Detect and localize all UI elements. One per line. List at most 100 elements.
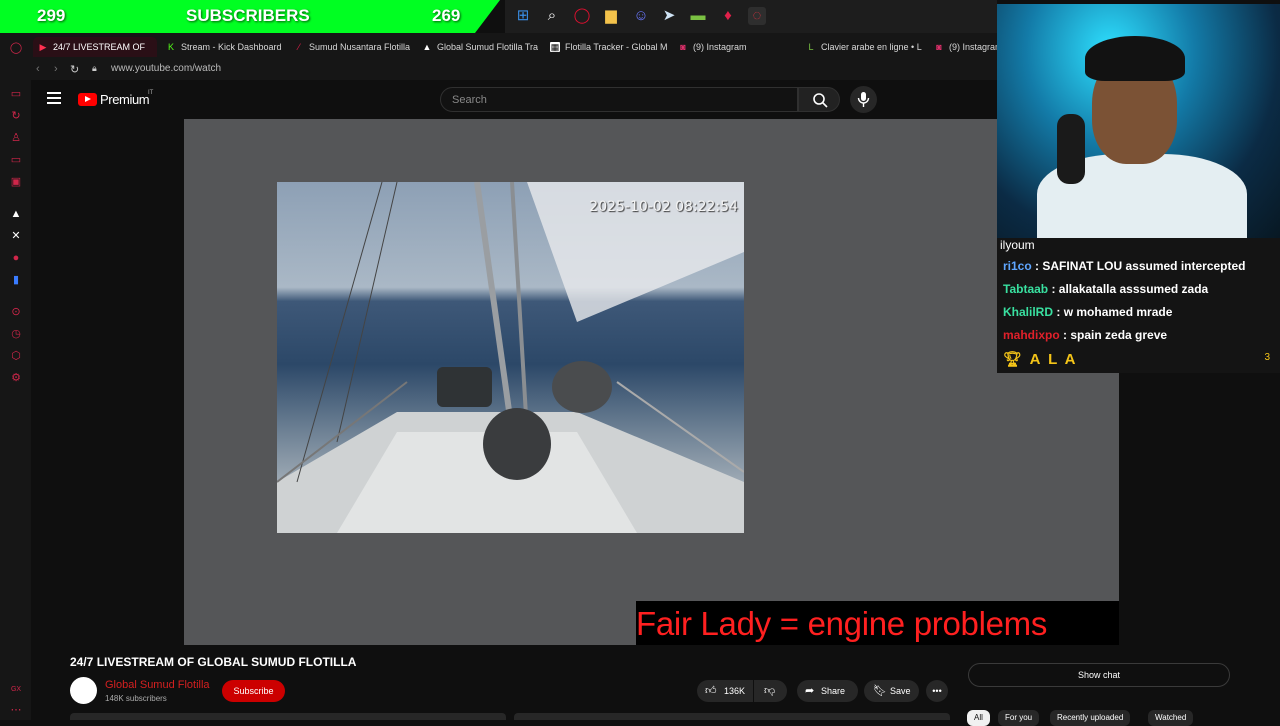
chat-text: : w mohamed mrade <box>1056 305 1173 319</box>
hamburger-menu-icon[interactable] <box>47 92 61 104</box>
chat-username: ri1co <box>1003 259 1032 273</box>
url-field[interactable]: www.youtube.com/watch <box>111 63 221 74</box>
tab-label: (9) Instagram <box>949 42 999 52</box>
lock-icon: 🔒︎ <box>92 63 97 73</box>
extensions-icon[interactable]: ⬡ <box>9 349 23 363</box>
subscriber-goal-bar: 299 SUBSCRIBERS 269 <box>0 0 500 33</box>
messenger-icon[interactable]: ▣ <box>9 175 23 189</box>
opera-icon[interactable]: ◯ <box>573 7 591 25</box>
chat-text: : SAFINAT LOU assumed intercepted <box>1035 259 1246 273</box>
alert-name: A L A <box>1029 351 1078 368</box>
kick-icon: K <box>167 42 174 52</box>
save-button[interactable]: 🔖︎ Save <box>864 680 919 702</box>
tab-label: Sumud Nusantara Flotilla <box>309 42 411 52</box>
avatar[interactable] <box>70 677 97 704</box>
chat-username: mahdixpo <box>1003 328 1060 342</box>
subscribe-button[interactable]: Subscribe <box>222 680 285 702</box>
subscriber-label: SUBSCRIBERS <box>186 6 310 25</box>
comments-box[interactable] <box>514 713 950 720</box>
save-label: Save <box>890 686 911 696</box>
chat-partial-line: ilyoum <box>1000 238 1035 252</box>
thumbs-down-icon: 👎︎ <box>764 685 776 697</box>
history-icon[interactable]: ◷ <box>9 327 23 341</box>
tab-kick-dashboard[interactable]: K Stream - Kick Dashboard <box>161 37 285 57</box>
tab-sumud-nusantara[interactable]: ⁄ Sumud Nusantara Flotilla <box>289 37 413 57</box>
youtube-brand[interactable]: Premium <box>100 92 150 107</box>
tab-instagram-2[interactable]: ◙ (9) Instagram <box>929 37 999 57</box>
back-icon[interactable]: ‹ <box>36 63 40 75</box>
opera-menu-icon[interactable]: ◯ <box>9 41 23 55</box>
tab-label: (9) Instagram <box>693 42 747 52</box>
microphone-icon <box>1057 114 1085 184</box>
webcam-hair <box>1085 36 1185 81</box>
twitch-icon[interactable]: ▭ <box>9 153 23 167</box>
caption-overlay: Fair Lady = engine problems <box>636 601 1119 645</box>
discord-icon[interactable]: ☺ <box>632 7 650 25</box>
trophy-icon: 🏆︎ <box>1003 351 1025 368</box>
instagram-icon: ◙ <box>680 42 686 52</box>
player-icon[interactable]: ⊙ <box>9 305 23 319</box>
subscriber-count: 299 <box>37 6 66 25</box>
windows-icon[interactable]: ⊞ <box>514 7 532 25</box>
tab-flotilla-tracker-1[interactable]: ▲ Global Sumud Flotilla Tra <box>417 37 541 57</box>
forward-icon[interactable]: › <box>54 63 58 75</box>
chat-username: KhalilRD <box>1003 305 1054 319</box>
search-input[interactable]: Search <box>440 87 798 112</box>
tab-clavier-arabe[interactable]: L Clavier arabe en ligne • L <box>801 37 925 57</box>
settings-icon[interactable]: ⚙ <box>9 371 23 385</box>
reload-icon[interactable]: ↻ <box>70 63 79 76</box>
microphone-icon <box>857 92 870 107</box>
tab-instagram-1[interactable]: ◙ (9) Instagram <box>673 37 797 57</box>
chip-watched[interactable]: Watched <box>1148 710 1194 726</box>
more-actions-button[interactable]: ••• <box>926 680 948 702</box>
reddit-icon[interactable]: ● <box>9 251 23 265</box>
gx-control-icon[interactable]: ▭ <box>9 87 23 101</box>
nvidia-icon[interactable]: ▬ <box>689 7 707 25</box>
chat-text: : spain zeda greve <box>1063 328 1168 342</box>
search-placeholder: Search <box>452 94 487 106</box>
opera-gx-icon[interactable]: ◌ <box>748 7 766 25</box>
search-icon <box>813 93 828 108</box>
steam-icon[interactable]: ➤ <box>660 7 678 25</box>
chat-text: : allakatalla asssumed zada <box>1051 282 1209 296</box>
tab-label: Global Sumud Flotilla Tra <box>437 42 539 52</box>
description-box[interactable] <box>70 713 506 720</box>
windows-taskbar: ⊞ ⌕ ◯ ▆ ☺ ➤ ▬ ♦ ◌ <box>505 0 997 33</box>
chat-message: mahdixpo : spain zeda greve <box>1003 328 1167 342</box>
search-button[interactable] <box>798 87 840 112</box>
like-count: 136K <box>724 686 746 696</box>
more-icon[interactable]: ⋯ <box>9 703 23 717</box>
chat-message: KhalilRD : w mohamed mrade <box>1003 305 1172 319</box>
gx-corner-icon[interactable]: ♙ <box>9 131 23 145</box>
chat-message: Tabtaab : allakatalla asssumed zada <box>1003 282 1208 296</box>
like-button[interactable]: 👍︎ 136K <box>697 680 753 702</box>
tab-youtube-livestream[interactable]: ▶ 24/7 LIVESTREAM OF <box>33 37 157 57</box>
share-button[interactable]: ➦ Share <box>797 680 858 702</box>
maps-pin-icon[interactable]: ♦ <box>719 7 737 25</box>
vpn-icon[interactable]: ▮ <box>9 273 23 287</box>
tab-label: Flotilla Tracker - Global M <box>565 42 668 52</box>
show-chat-button[interactable]: Show chat <box>968 663 1230 687</box>
folder-icon[interactable]: ▆ <box>602 7 620 25</box>
tab-label: 24/7 LIVESTREAM OF <box>53 42 146 52</box>
dislike-button[interactable]: 👎︎ <box>754 680 787 702</box>
voice-search-button[interactable] <box>850 86 877 113</box>
kick-sidebar-icon[interactable]: ▲ <box>9 207 23 221</box>
youtube-logo-icon[interactable] <box>78 93 97 106</box>
channel-name[interactable]: Global Sumud Flotilla <box>105 679 210 691</box>
gx-cleaner-icon[interactable]: ↻ <box>9 109 23 123</box>
tracker-icon: ▦ <box>550 42 560 52</box>
chip-for-you[interactable]: For you <box>998 710 1040 726</box>
x-icon[interactable]: ✕ <box>9 229 23 243</box>
region-code: IT <box>148 90 154 96</box>
livestream-video[interactable]: 2025-10-02 08:22:54 <box>277 182 744 533</box>
chip-all[interactable]: All <box>967 710 990 726</box>
gx-badge-icon: GX <box>10 686 22 693</box>
search-icon[interactable]: ⌕ <box>543 7 561 25</box>
subscriber-count-text: 148K subscribers <box>105 694 167 703</box>
address-bar: ‹ › ↻ 🔒︎ www.youtube.com/watch <box>31 60 997 80</box>
chat-message: ri1co : SAFINAT LOU assumed intercepted <box>1003 259 1246 273</box>
tab-flotilla-tracker-2[interactable]: ▦ Flotilla Tracker - Global M <box>545 37 669 57</box>
alert-count: 3 <box>1264 352 1270 363</box>
chip-recently-uploaded[interactable]: Recently uploaded <box>1050 710 1131 726</box>
